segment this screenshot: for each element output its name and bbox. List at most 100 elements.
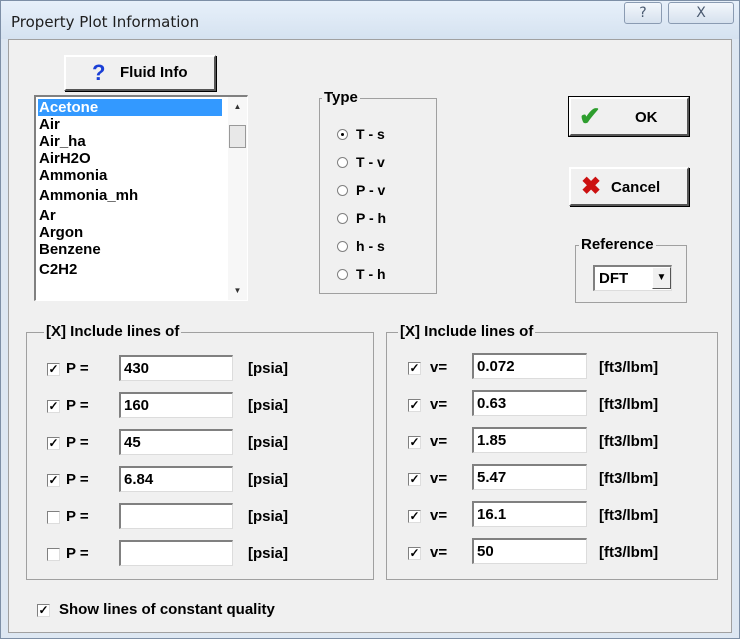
pressure-input[interactable]: 6.84 — [119, 466, 233, 492]
volume-prefix: v= — [430, 544, 448, 561]
pressure-input[interactable] — [119, 503, 233, 529]
ok-button[interactable]: ✔ OK — [568, 96, 690, 137]
volume-unit: [ft3/lbm] — [599, 470, 659, 487]
radio-icon — [337, 269, 348, 280]
cancel-button[interactable]: ✖ Cancel — [569, 167, 689, 206]
close-icon: X — [696, 5, 706, 21]
radio-label: P - v — [356, 182, 386, 198]
type-radio-p-v[interactable]: P - v — [337, 181, 385, 199]
list-item[interactable]: Ar — [38, 207, 56, 224]
checkmark-icon: ✔ — [579, 101, 601, 131]
volume-input[interactable]: 50 — [472, 538, 587, 564]
list-item[interactable]: Ammonia — [38, 167, 107, 184]
volume-input[interactable]: 0.63 — [472, 390, 587, 416]
volume-checkbox[interactable]: ✓ — [408, 362, 421, 375]
scroll-up-icon[interactable]: ▲ — [228, 97, 247, 116]
list-item[interactable]: Acetone — [38, 99, 222, 116]
fluid-info-label: Fluid Info — [120, 64, 188, 81]
reference-label: Reference — [579, 236, 656, 253]
radio-selected-icon — [337, 129, 348, 140]
type-group: Type T - s T - v P - v P - h h - s T - h — [319, 89, 437, 294]
pressure-input[interactable]: 160 — [119, 392, 233, 418]
volume-prefix: v= — [430, 470, 448, 487]
pressure-input[interactable]: 45 — [119, 429, 233, 455]
help-title-button[interactable]: ? — [624, 2, 662, 24]
volume-prefix: v= — [430, 396, 448, 413]
quality-label[interactable]: Show lines of constant quality — [59, 601, 275, 619]
pressure-unit: [psia] — [248, 545, 289, 562]
list-item[interactable]: Air_ha — [38, 133, 86, 150]
volume-group-label: [X] Include lines of — [398, 323, 536, 340]
fluid-list-scrollbar[interactable]: ▲ ▼ — [228, 97, 247, 300]
volume-input[interactable]: 1.85 — [472, 427, 587, 453]
pressure-unit: [psia] — [248, 434, 289, 451]
volume-unit: [ft3/lbm] — [599, 359, 659, 376]
volume-input[interactable]: 5.47 — [472, 464, 587, 490]
quality-checkbox[interactable]: ✓ — [37, 604, 50, 617]
ok-label: OK — [635, 109, 658, 126]
volume-checkbox[interactable]: ✓ — [408, 510, 421, 523]
pressure-checkbox[interactable] — [47, 511, 60, 524]
pressure-input[interactable] — [119, 540, 233, 566]
type-radio-t-h[interactable]: T - h — [337, 265, 386, 283]
volume-unit: [ft3/lbm] — [599, 396, 659, 413]
pressure-prefix: P = — [66, 471, 89, 488]
volume-checkbox[interactable]: ✓ — [408, 473, 421, 486]
list-item[interactable]: AirH2O — [38, 150, 91, 167]
radio-icon — [337, 241, 348, 252]
type-radio-t-s[interactable]: T - s — [337, 125, 385, 143]
volume-checkbox[interactable]: ✓ — [408, 547, 421, 560]
title-bar: Property Plot Information ? X — [1, 1, 739, 39]
list-item[interactable]: Ammonia_mh — [38, 187, 138, 204]
scroll-thumb[interactable] — [229, 125, 246, 148]
volume-checkbox[interactable]: ✓ — [408, 436, 421, 449]
list-item[interactable]: Argon — [38, 224, 83, 241]
close-title-button[interactable]: X — [668, 2, 734, 24]
pressure-checkbox[interactable] — [47, 548, 60, 561]
volume-unit: [ft3/lbm] — [599, 544, 659, 561]
question-icon: ? — [92, 60, 106, 85]
pressure-prefix: P = — [66, 508, 89, 525]
window-title: Property Plot Information — [11, 13, 200, 31]
volume-unit: [ft3/lbm] — [599, 433, 659, 450]
volume-input[interactable]: 0.072 — [472, 353, 587, 379]
pressure-input[interactable]: 430 — [119, 355, 233, 381]
radio-label: T - s — [356, 126, 385, 142]
volume-checkbox[interactable]: ✓ — [408, 399, 421, 412]
volume-prefix: v= — [430, 433, 448, 450]
volume-input[interactable]: 16.1 — [472, 501, 587, 527]
pressure-unit: [psia] — [248, 471, 289, 488]
radio-icon — [337, 185, 348, 196]
list-item[interactable]: Benzene — [38, 241, 101, 258]
type-radio-t-v[interactable]: T - v — [337, 153, 385, 171]
fluid-list[interactable]: Acetone Air Air_ha AirH2O Ammonia Ammoni… — [34, 95, 248, 301]
pressure-group-label: [X] Include lines of — [44, 323, 182, 340]
pressure-checkbox[interactable]: ✓ — [47, 400, 60, 413]
reference-select[interactable]: DFT ▼ — [593, 265, 672, 291]
list-item[interactable]: Air — [38, 116, 60, 133]
list-item[interactable]: C2H2 — [38, 261, 77, 278]
pressure-checkbox[interactable]: ✓ — [47, 363, 60, 376]
pressure-prefix: P = — [66, 434, 89, 451]
radio-label: P - h — [356, 210, 387, 226]
pressure-checkbox[interactable]: ✓ — [47, 474, 60, 487]
dialog-client: ? Fluid Info Acetone Air Air_ha AirH2O A… — [8, 39, 732, 633]
type-radio-p-h[interactable]: P - h — [337, 209, 386, 227]
pressure-unit: [psia] — [248, 360, 289, 377]
pressure-prefix: P = — [66, 545, 89, 562]
dropdown-arrow-icon[interactable]: ▼ — [652, 267, 671, 289]
type-radio-h-s[interactable]: h - s — [337, 237, 385, 255]
x-icon: ✖ — [581, 173, 602, 200]
pressure-prefix: P = — [66, 397, 89, 414]
pressure-checkbox[interactable]: ✓ — [47, 437, 60, 450]
radio-label: T - v — [356, 154, 385, 170]
fluid-info-button[interactable]: ? Fluid Info — [64, 55, 216, 91]
help-icon: ? — [639, 5, 647, 21]
cancel-label: Cancel — [611, 179, 661, 196]
radio-icon — [337, 157, 348, 168]
radio-icon — [337, 213, 348, 224]
type-group-label: Type — [322, 89, 360, 106]
radio-label: T - h — [356, 266, 386, 282]
scroll-down-icon[interactable]: ▼ — [228, 281, 247, 300]
volume-prefix: v= — [430, 359, 448, 376]
